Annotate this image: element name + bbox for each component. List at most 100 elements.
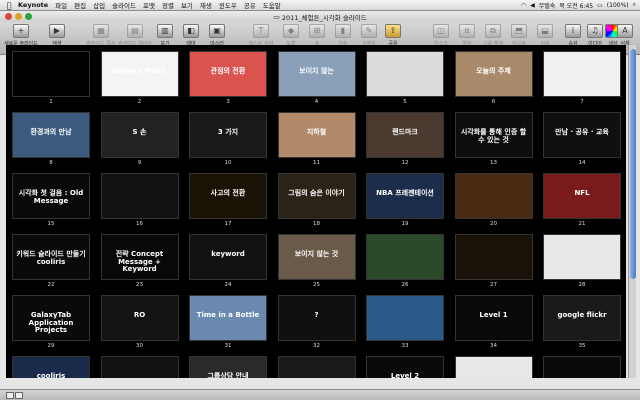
slide-thumbnail[interactable]: Level 1 — [454, 295, 533, 341]
new-slide-button[interactable]: + 새로운 슬라이드 — [4, 24, 38, 47]
slide-thumbnail[interactable]: google flickr — [543, 295, 621, 341]
menu-help[interactable]: 도움말 — [263, 0, 281, 10]
slide-text: Level 1 — [479, 311, 508, 319]
menu-arrange[interactable]: 정렬 — [162, 0, 174, 10]
clock[interactable]: 목 오전 6:45 — [559, 1, 593, 10]
status-area: ◠ ◀ 무텔숙 목 오전 6:45 ▭ (100%) ⌕ — [521, 1, 640, 10]
slide-thumbnail[interactable]: Time in a Bottle — [189, 295, 267, 341]
slide-thumbnail[interactable]: 그룹상담 안내 — [189, 356, 267, 378]
menu-view[interactable]: 보기 — [181, 0, 193, 10]
text-box-button[interactable]: T 텍스트 상자 — [244, 24, 278, 47]
slide-count-button[interactable]: ▦ 슬라이드 쪽수 — [84, 24, 118, 47]
menu-play[interactable]: 재생 — [200, 0, 212, 10]
slide-number: 28 — [578, 282, 586, 288]
title-bar: ▭ 2011_체험튼_시각화 슬라이드 — [0, 11, 640, 22]
slide-thumbnail[interactable]: 관점의 전환 — [189, 51, 267, 97]
slide-thumbnail[interactable]: 보이지 않는 — [277, 51, 356, 97]
menu-insert[interactable]: 삽입 — [93, 0, 105, 10]
slide-thumbnail[interactable] — [100, 356, 179, 378]
slide-number: 27 — [490, 282, 497, 288]
vertical-scrollbar[interactable] — [628, 45, 636, 378]
slide-thumbnail[interactable]: cooliris — [12, 356, 90, 378]
slide-thumbnail[interactable]: ? — [277, 295, 356, 341]
light-table-view-icon[interactable] — [15, 392, 23, 399]
menu-format[interactable]: 포맷 — [143, 0, 155, 10]
spotlight-icon[interactable]: ⌕ — [633, 1, 636, 9]
slide-thumbnail[interactable]: 시각화 첫 걸음 : Old Message — [12, 173, 90, 219]
user-name[interactable]: 무텔숙 — [539, 1, 556, 10]
slide-number: 23 — [136, 282, 143, 288]
slide-thumbnail[interactable] — [366, 51, 444, 97]
minimize-icon[interactable] — [15, 13, 22, 20]
alpha-icon: α — [459, 24, 475, 38]
slide-thumbnail[interactable]: 그림의 숨은 이야기 — [277, 173, 356, 219]
slide-text: 환경과의 만남 — [30, 128, 72, 136]
slide-number: 4 — [314, 99, 319, 105]
slide-thumbnail[interactable] — [543, 234, 621, 280]
slide-thumbnail[interactable] — [454, 173, 533, 219]
light-table: 1 Gamma Music 2 관점의 전환 3 보이지 않는 4 5 오늘의 주제 6 7 환경과의… — [6, 45, 626, 378]
zoom-icon[interactable] — [25, 13, 32, 20]
slide-thumbnail[interactable] — [366, 234, 444, 280]
slide-thumbnail[interactable]: NFL — [543, 173, 621, 219]
navigator-view-icon[interactable] — [6, 392, 14, 399]
slide-thumbnail[interactable]: 환경과의 만남 — [12, 112, 90, 158]
chart-icon: ▮ — [335, 24, 351, 38]
slide-thumbnail[interactable]: 키워드 슬라이드 만들기 cooliris — [12, 234, 90, 280]
slide-thumbnail[interactable]: keyword — [189, 234, 267, 280]
battery-icon[interactable]: ▭ — [597, 2, 603, 9]
close-icon[interactable] — [5, 13, 12, 20]
menu-bar:  Keynote 파일 편집 삽입 슬라이드 포맷 정렬 보기 재생 윈도우 … — [0, 0, 640, 11]
slide-thumbnail[interactable]: 사고의 전환 — [189, 173, 267, 219]
menu-window[interactable]: 윈도우 — [219, 0, 237, 10]
slide-number: 7 — [580, 99, 584, 105]
share-button[interactable]: ⇪ 공유 — [376, 24, 410, 47]
slide-thumbnail[interactable]: GalaxyTab Application Projects — [12, 295, 90, 341]
app-menu[interactable]: Keynote — [18, 1, 48, 9]
volume-icon[interactable]: ◀ — [530, 2, 535, 9]
plus-icon: + — [13, 24, 29, 38]
slide-thumbnail[interactable]: S 손 — [100, 112, 179, 158]
slide-thumbnail[interactable] — [277, 356, 356, 378]
slide-thumbnail[interactable]: Level 2 — [366, 356, 444, 378]
slide-text: 사고의 전환 — [210, 189, 246, 197]
play-button[interactable]: ▶ 재생 — [40, 24, 74, 47]
slide-number: 34 — [490, 343, 497, 349]
fonts-button[interactable]: A 서체 — [612, 24, 638, 47]
slide-number: 20 — [490, 221, 497, 227]
slide-number: 31 — [224, 343, 232, 349]
slide-thumbnail[interactable]: 만남 · 공유 · 교육 — [543, 112, 621, 158]
wifi-icon[interactable]: ◠ — [521, 2, 526, 9]
slide-text: 3 가지 — [217, 128, 239, 136]
slide-thumbnail[interactable]: NBA 프레젠테이션 — [366, 173, 444, 219]
slide-thumbnail[interactable]: RO — [100, 295, 179, 341]
slide-thumbnail[interactable] — [454, 234, 533, 280]
slide-number: 29 — [47, 343, 55, 349]
scrollbar-thumb[interactable] — [630, 49, 636, 279]
slide-thumbnail[interactable] — [543, 51, 621, 97]
slide-number: 1 — [49, 99, 53, 105]
slide-thumbnail[interactable] — [100, 173, 179, 219]
slide-thumbnail[interactable]: 전략 Concept Message + Keyword — [100, 234, 179, 280]
theme-icon: ◧ — [183, 24, 199, 38]
slide-thumbnail[interactable]: 랜드마크 — [366, 112, 444, 158]
slide-number: 33 — [401, 343, 409, 349]
slide-thumbnail[interactable]: 시각화를 통해 인증 할 수 있는 것 — [454, 112, 533, 158]
master-button[interactable]: ▣ 마스터 — [200, 24, 234, 47]
slide-text: 만남 · 공유 · 교육 — [555, 128, 609, 136]
slide-thumbnail[interactable] — [366, 295, 444, 341]
slide-thumbnail[interactable]: Gamma Music — [100, 51, 179, 97]
menu-file[interactable]: 파일 — [55, 0, 67, 10]
slide-number: 19 — [401, 221, 409, 227]
menu-share[interactable]: 공유 — [244, 0, 256, 10]
slide-thumbnail[interactable]: 3 가지 — [189, 112, 267, 158]
slide-thumbnail[interactable]: 오늘의 주제 — [454, 51, 533, 97]
menu-slide[interactable]: 슬라이드 — [112, 0, 136, 10]
apple-menu-icon[interactable]:  — [0, 1, 18, 10]
slide-thumbnail[interactable] — [454, 356, 533, 378]
slide-thumbnail[interactable]: 보이지 않는 것 — [277, 234, 356, 280]
slide-thumbnail[interactable] — [543, 356, 621, 378]
slide-thumbnail[interactable] — [12, 51, 90, 97]
slide-thumbnail[interactable]: 지하철 — [277, 112, 356, 158]
menu-edit[interactable]: 편집 — [74, 0, 86, 10]
